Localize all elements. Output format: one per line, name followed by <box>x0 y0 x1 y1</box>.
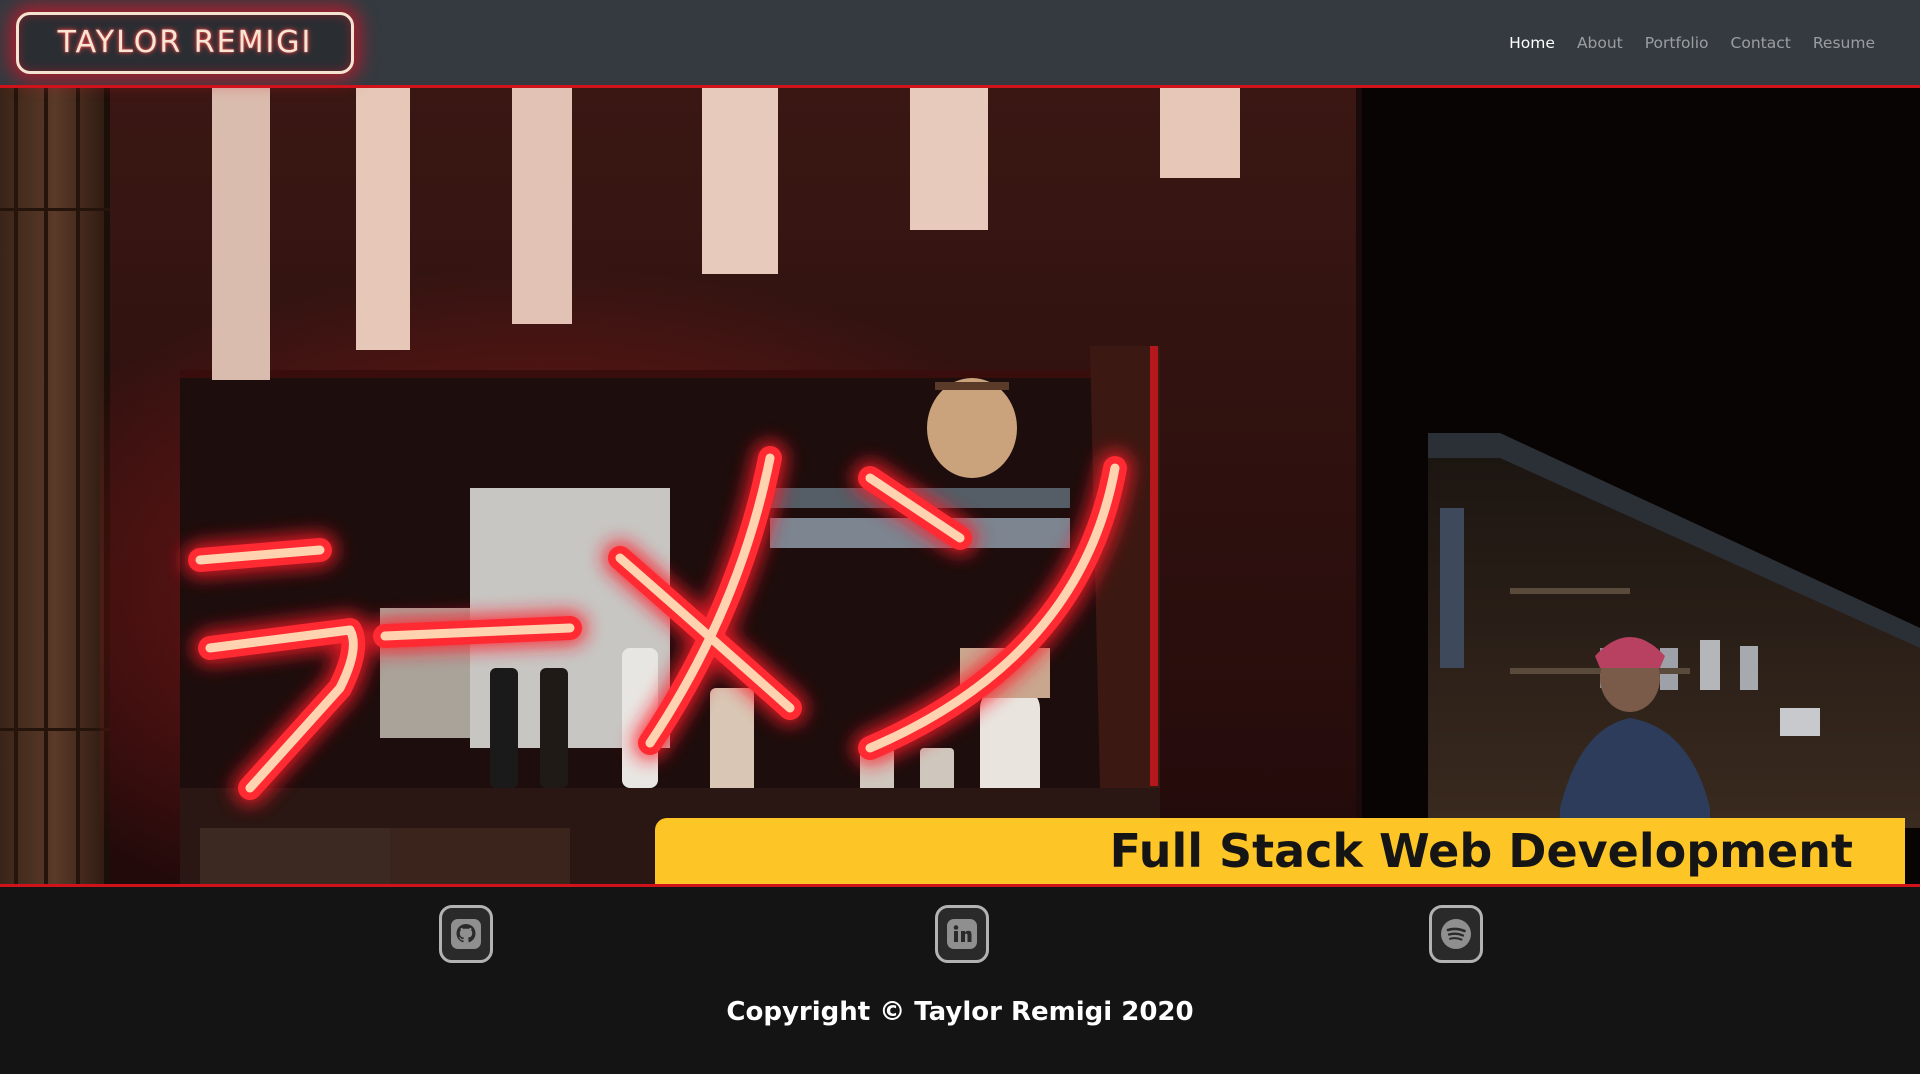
hero-section: Full Stack Web Development <box>0 88 1920 886</box>
nav-item-about[interactable]: About <box>1566 26 1634 60</box>
nav-item-contact[interactable]: Contact <box>1720 26 1802 60</box>
nav-item-resume[interactable]: Resume <box>1802 26 1886 60</box>
hero-title: Full Stack Web Development <box>1109 824 1853 878</box>
nav-item-portfolio[interactable]: Portfolio <box>1634 26 1720 60</box>
hero-title-banner: Full Stack Web Development <box>655 818 1905 884</box>
spotify-link[interactable] <box>1429 905 1483 963</box>
nav-links: Home About Portfolio Contact Resume <box>1498 26 1886 60</box>
navbar: TAYLOR REMIGI Home About Portfolio Conta… <box>0 0 1920 88</box>
spotify-icon <box>1441 919 1471 949</box>
footer: Copyright © Taylor Remigi 2020 <box>0 887 1920 1074</box>
linkedin-icon <box>947 919 977 949</box>
brand-logo[interactable]: TAYLOR REMIGI <box>16 11 354 74</box>
nav-item-home[interactable]: Home <box>1498 26 1566 60</box>
copyright-text: Copyright © Taylor Remigi 2020 <box>726 997 1194 1027</box>
github-link[interactable] <box>439 905 493 963</box>
linkedin-link[interactable] <box>935 905 989 963</box>
github-icon <box>451 919 481 949</box>
hero-background-image <box>0 88 1920 886</box>
